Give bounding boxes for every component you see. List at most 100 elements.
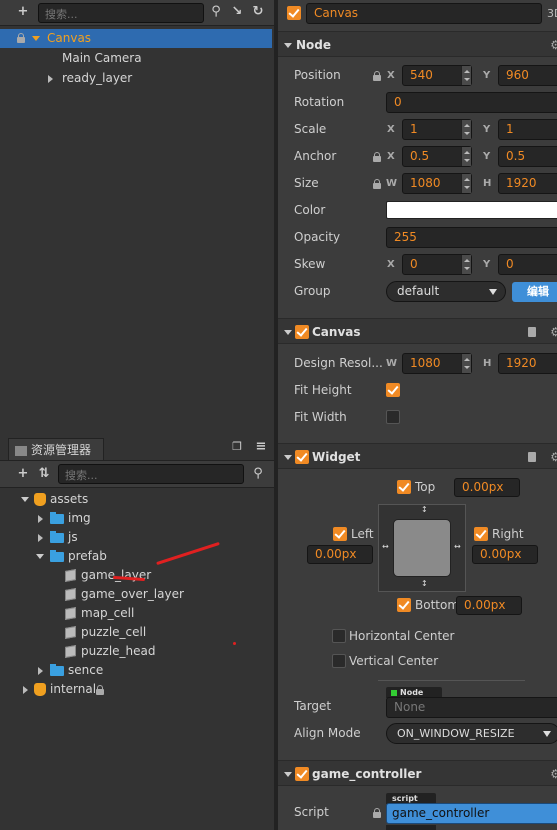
collapsed-arrow-icon[interactable] bbox=[23, 686, 28, 694]
folder-tab-icon bbox=[15, 445, 27, 456]
script-section-header[interactable]: game_controller ⚙ bbox=[278, 760, 557, 786]
3d-toggle[interactable]: 3D bbox=[547, 7, 557, 20]
tree-item-label: Main Camera bbox=[62, 51, 142, 65]
expand-icon[interactable] bbox=[284, 330, 292, 335]
align-right-input[interactable]: 0.00px bbox=[472, 545, 538, 564]
skew-y-input[interactable]: 0 bbox=[498, 254, 557, 275]
divider bbox=[378, 680, 525, 681]
node-name-input[interactable]: Canvas bbox=[306, 3, 542, 24]
node-section-header[interactable]: Node ⚙ bbox=[278, 31, 557, 57]
asset-puzzle-head[interactable]: puzzle_head bbox=[0, 642, 272, 661]
search-icon[interactable]: ⚲ bbox=[207, 4, 225, 19]
asset-game-layer[interactable]: game_layer bbox=[0, 566, 272, 585]
tree-item-ready-layer[interactable]: ready_layer bbox=[0, 69, 272, 88]
expand-icon[interactable] bbox=[32, 36, 40, 41]
align-left-checkbox[interactable] bbox=[333, 527, 347, 541]
anchor-y-input[interactable]: 0.5 bbox=[498, 146, 557, 167]
design-w-input[interactable]: 1080 bbox=[402, 353, 472, 374]
script-enabled-checkbox[interactable] bbox=[295, 767, 309, 781]
asset-internal[interactable]: internal bbox=[0, 680, 272, 699]
target-input[interactable]: None bbox=[386, 697, 557, 718]
sort-icon[interactable]: ⇅ bbox=[35, 466, 53, 481]
align-bottom-input[interactable]: 0.00px bbox=[456, 596, 522, 615]
position-y-input[interactable]: 960 bbox=[498, 65, 557, 86]
position-label: Position bbox=[294, 68, 341, 82]
anchor-x-input[interactable]: 0.5 bbox=[402, 146, 472, 167]
collapsed-arrow-icon[interactable] bbox=[48, 75, 53, 83]
asset-prefab[interactable]: prefab bbox=[0, 547, 272, 566]
align-bottom-checkbox[interactable] bbox=[397, 598, 411, 612]
scale-y-input[interactable]: 1 bbox=[498, 119, 557, 140]
rotation-input[interactable]: 0 bbox=[386, 92, 557, 113]
maximize-icon[interactable]: ❐ bbox=[228, 440, 246, 453]
lock-icon[interactable] bbox=[373, 179, 381, 189]
asset-assets[interactable]: assets bbox=[0, 490, 272, 509]
align-mode-dropdown[interactable]: ON_WINDOW_RESIZE bbox=[386, 723, 557, 744]
menu-icon[interactable]: ≡ bbox=[252, 439, 270, 454]
asset-game-over-layer[interactable]: game_over_layer bbox=[0, 585, 272, 604]
canvas-section-header[interactable]: Canvas ⚙ bbox=[278, 318, 557, 344]
edit-group-button[interactable]: 编辑 bbox=[512, 282, 557, 302]
gear-icon[interactable]: ⚙ bbox=[550, 319, 557, 345]
search-icon[interactable]: ⚲ bbox=[249, 466, 267, 481]
asset-label: internal bbox=[50, 682, 97, 696]
assets-search-input[interactable]: 搜索... bbox=[58, 464, 244, 484]
lock-icon[interactable] bbox=[373, 152, 381, 162]
size-h-input[interactable]: 1920 bbox=[498, 173, 557, 194]
expand-icon[interactable] bbox=[36, 554, 44, 559]
group-dropdown[interactable]: default bbox=[386, 281, 506, 302]
left-arrow-icon: ↔ bbox=[382, 542, 389, 551]
scale-x-input[interactable]: 1 bbox=[402, 119, 472, 140]
opacity-input[interactable]: 255 bbox=[386, 227, 557, 248]
asset-sence[interactable]: sence bbox=[0, 661, 272, 680]
tree-item-main-camera[interactable]: Main Camera bbox=[0, 49, 272, 68]
collapsed-arrow-icon[interactable] bbox=[38, 667, 43, 675]
hierarchy-search-input[interactable]: 搜索... bbox=[38, 3, 204, 23]
canvas-enabled-checkbox[interactable] bbox=[295, 325, 309, 339]
gear-icon[interactable]: ⚙ bbox=[550, 444, 557, 470]
expand-icon[interactable] bbox=[284, 772, 292, 777]
align-top-checkbox[interactable] bbox=[397, 480, 411, 494]
fit-width-label: Fit Width bbox=[294, 410, 347, 424]
collapse-icon[interactable]: ↘ bbox=[228, 4, 246, 19]
collapsed-arrow-icon[interactable] bbox=[38, 534, 43, 542]
vertical-center-checkbox[interactable] bbox=[332, 654, 346, 668]
align-left-input[interactable]: 0.00px bbox=[307, 545, 373, 564]
tree-item-canvas[interactable]: Canvas bbox=[0, 29, 272, 48]
align-top-input[interactable]: 0.00px bbox=[454, 478, 520, 497]
gear-icon[interactable]: ⚙ bbox=[550, 32, 557, 58]
book-icon[interactable] bbox=[528, 327, 536, 337]
size-w-input[interactable]: 1080 bbox=[402, 173, 472, 194]
widget-section-header[interactable]: Widget ⚙ bbox=[278, 443, 557, 469]
design-h-input[interactable]: 1920 bbox=[498, 353, 557, 374]
horizontal-center-checkbox[interactable] bbox=[332, 629, 346, 643]
skew-x-input[interactable]: 0 bbox=[402, 254, 472, 275]
refresh-icon[interactable]: ↻ bbox=[249, 4, 267, 19]
expand-icon[interactable] bbox=[21, 497, 29, 502]
script-asset-field[interactable]: game_controller bbox=[386, 803, 557, 824]
fit-width-checkbox[interactable] bbox=[386, 410, 400, 424]
add-node-button[interactable]: + bbox=[14, 4, 32, 19]
asset-label: sence bbox=[68, 663, 104, 677]
align-right-checkbox[interactable] bbox=[474, 527, 488, 541]
lock-icon[interactable] bbox=[17, 33, 25, 43]
widget-enabled-checkbox[interactable] bbox=[295, 450, 309, 464]
color-swatch[interactable] bbox=[386, 201, 557, 219]
lock-icon[interactable] bbox=[373, 71, 381, 81]
folder-icon bbox=[50, 663, 64, 676]
tab-assets[interactable]: 资源管理器 bbox=[8, 438, 104, 460]
inspector-panel: Canvas 3D Node ⚙ Position X 540 Y 960 Ro… bbox=[278, 0, 557, 830]
asset-img[interactable]: img bbox=[0, 509, 272, 528]
book-icon[interactable] bbox=[528, 452, 536, 462]
collapsed-arrow-icon[interactable] bbox=[38, 515, 43, 523]
asset-puzzle-cell[interactable]: puzzle_cell bbox=[0, 623, 272, 642]
fit-height-checkbox[interactable] bbox=[386, 383, 400, 397]
add-asset-button[interactable]: + bbox=[14, 466, 32, 481]
expand-icon[interactable] bbox=[284, 43, 292, 48]
expand-icon[interactable] bbox=[284, 455, 292, 460]
position-x-input[interactable]: 540 bbox=[402, 65, 472, 86]
asset-map-cell[interactable]: map_cell bbox=[0, 604, 272, 623]
gear-icon[interactable]: ⚙ bbox=[550, 761, 557, 787]
node-active-checkbox[interactable] bbox=[287, 6, 301, 20]
asset-js[interactable]: js bbox=[0, 528, 272, 547]
